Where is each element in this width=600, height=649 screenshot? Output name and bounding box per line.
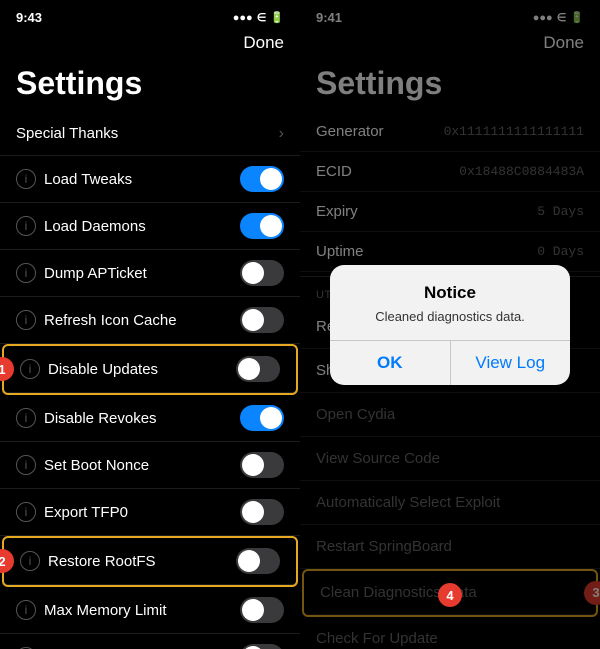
info-icon[interactable]: i <box>16 310 36 330</box>
left-time: 9:43 <box>16 10 42 25</box>
left-page-title: Settings <box>0 61 300 112</box>
info-icon[interactable]: i <box>16 408 36 428</box>
modal-message: Cleaned diagnostics data. <box>330 307 570 340</box>
left-settings-list: Special Thanks › i Load Tweaks i Load Da… <box>0 112 300 649</box>
modal-ok-button[interactable]: OK <box>330 341 450 385</box>
item-set-boot-nonce[interactable]: i Set Boot Nonce <box>0 442 300 489</box>
toggle-dump-apticket[interactable] <box>240 260 284 286</box>
toggle-refresh-icon-cache[interactable] <box>240 307 284 333</box>
modal-overlay: Notice Cleaned diagnostics data. OK View… <box>300 0 600 649</box>
right-panel: 9:41 ●●● ∈ 🔋 Done Settings Generator 0x1… <box>300 0 600 649</box>
modal-title: Notice <box>330 265 570 307</box>
badge-2: 2 <box>0 549 14 573</box>
info-icon[interactable]: i <box>16 502 36 522</box>
modal-buttons: OK View Log <box>330 341 570 385</box>
info-icon[interactable]: i <box>16 216 36 236</box>
item-load-daemons[interactable]: i Load Daemons <box>0 203 300 250</box>
badge-1: 1 <box>0 357 14 381</box>
left-done-button[interactable]: Done <box>243 33 284 53</box>
info-icon[interactable]: i <box>16 455 36 475</box>
item-refresh-icon-cache[interactable]: i Refresh Icon Cache <box>0 297 300 344</box>
toggle-restore-rootfs[interactable] <box>236 548 280 574</box>
item-disable-revokes[interactable]: i Disable Revokes <box>0 395 300 442</box>
left-nav-bar: Done <box>0 29 300 61</box>
notice-modal: Notice Cleaned diagnostics data. OK View… <box>330 265 570 385</box>
left-status-icons: ●●● ∈ 🔋 <box>233 11 284 24</box>
signal-icon: ●●● <box>233 12 253 24</box>
item-load-tweaks[interactable]: i Load Tweaks <box>0 156 300 203</box>
item-dump-apticket[interactable]: i Dump APTicket <box>0 250 300 297</box>
modal-view-log-button[interactable]: View Log <box>451 341 571 385</box>
toggle-max-memory[interactable] <box>240 597 284 623</box>
info-icon[interactable]: i <box>16 169 36 189</box>
item-disable-updates[interactable]: 1 i Disable Updates <box>4 346 296 393</box>
toggle-load-daemons[interactable] <box>240 213 284 239</box>
toggle-export-tfp0[interactable] <box>240 499 284 525</box>
item-restore-rootfs[interactable]: 2 i Restore RootFS <box>4 538 296 585</box>
toggle-set-boot-nonce[interactable] <box>240 452 284 478</box>
info-icon[interactable]: i <box>16 263 36 283</box>
battery-icon: 🔋 <box>270 11 284 24</box>
toggle-reinstall-openssh[interactable] <box>240 644 284 649</box>
toggle-disable-revokes[interactable] <box>240 405 284 431</box>
toggle-disable-updates[interactable] <box>236 356 280 382</box>
item-export-tfp0[interactable]: i Export TFP0 <box>0 489 300 536</box>
item-max-memory-limit[interactable]: i Max Memory Limit <box>0 587 300 634</box>
left-panel: 9:43 ●●● ∈ 🔋 Done Settings Special Thank… <box>0 0 300 649</box>
chevron-icon: › <box>279 125 284 143</box>
left-status-bar: 9:43 ●●● ∈ 🔋 <box>0 0 300 29</box>
info-icon[interactable]: i <box>20 359 40 379</box>
wifi-icon: ∈ <box>257 11 267 24</box>
toggle-load-tweaks[interactable] <box>240 166 284 192</box>
item-special-thanks[interactable]: Special Thanks › <box>0 112 300 156</box>
info-icon[interactable]: i <box>16 600 36 620</box>
info-icon[interactable]: i <box>20 551 40 571</box>
item-reinstall-openssh[interactable]: i (Re)Install OpenSSH <box>0 634 300 649</box>
